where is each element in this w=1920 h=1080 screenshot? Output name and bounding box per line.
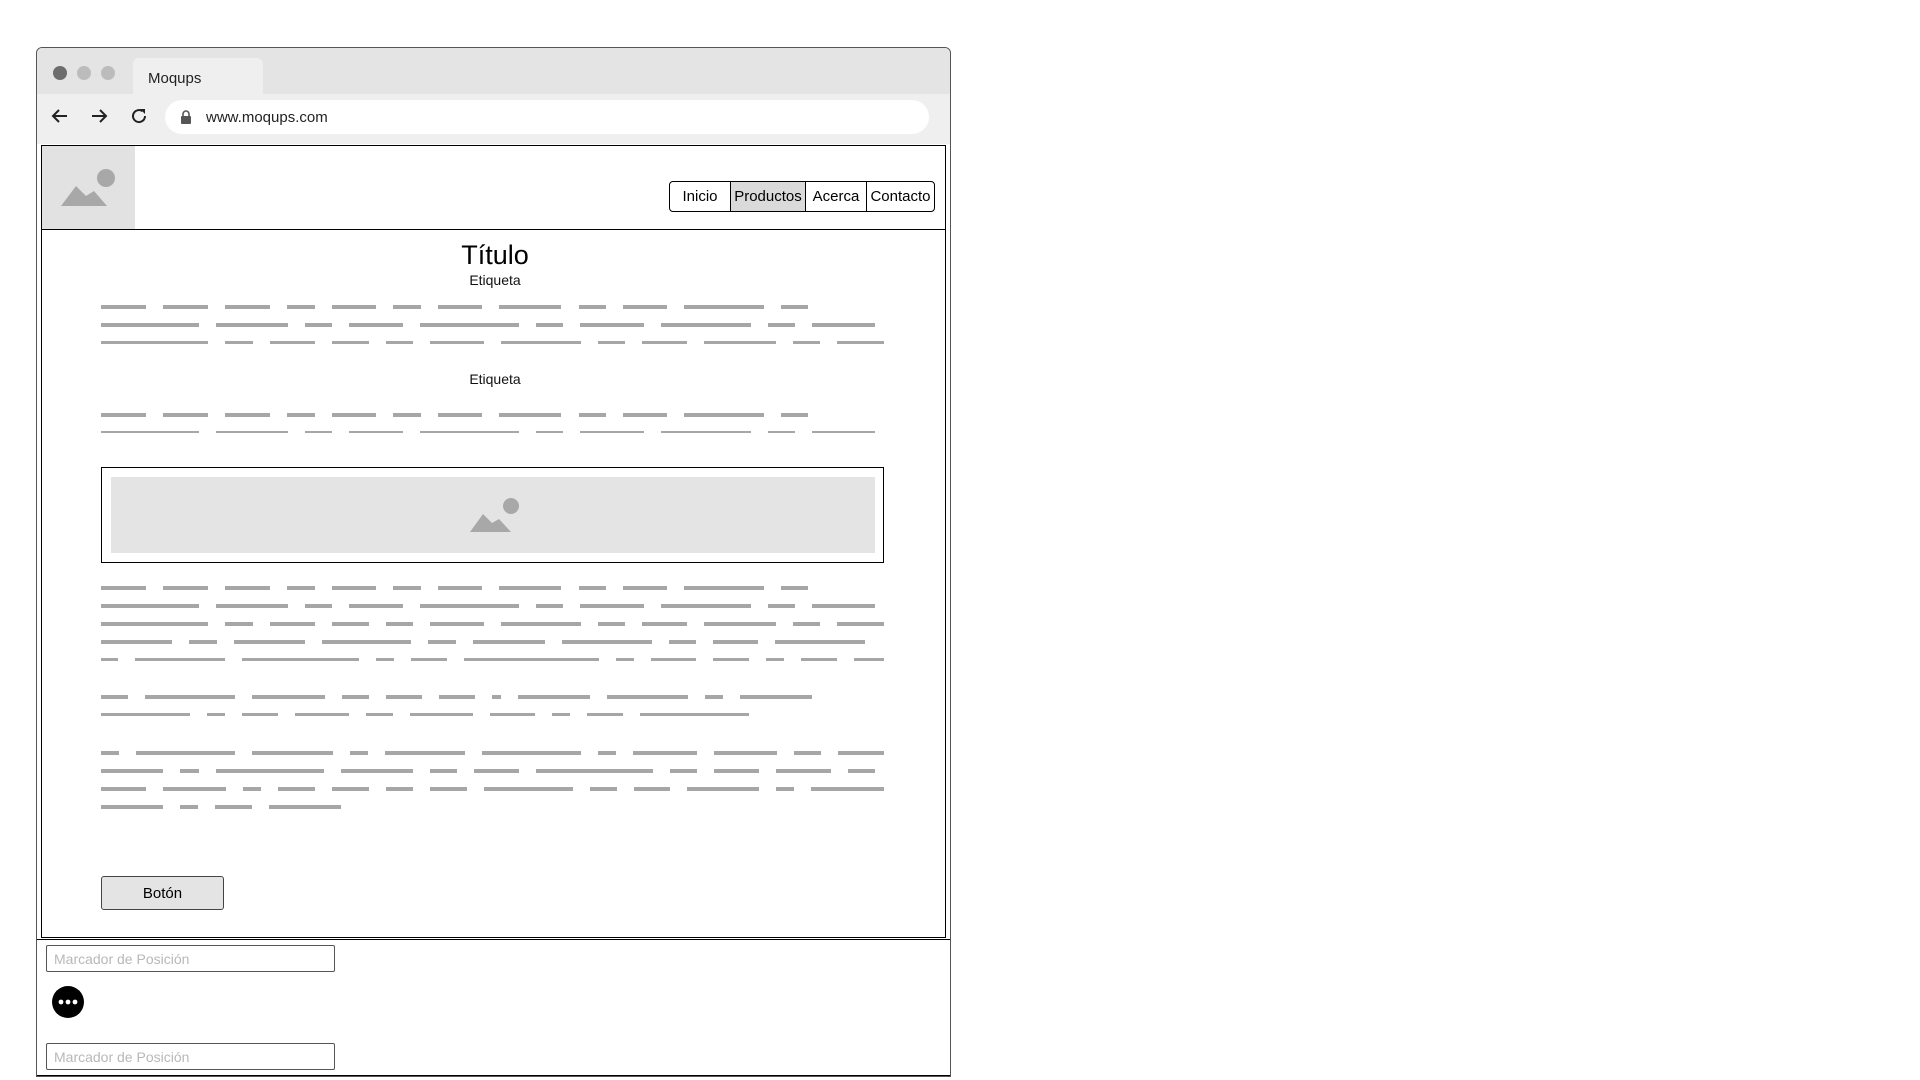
text-placeholder-block-3	[101, 586, 884, 661]
reload-icon[interactable]	[125, 102, 153, 130]
image-placeholder-icon	[470, 498, 519, 532]
main-navigation: Inicio Productos Acerca Contacto	[669, 181, 935, 212]
bottom-panel	[37, 939, 950, 1076]
placeholder-field-1[interactable]	[46, 945, 335, 972]
forward-arrow-icon[interactable]	[85, 102, 113, 130]
text-placeholder-block-5	[101, 751, 884, 809]
nav-item-label: Inicio	[682, 188, 718, 205]
more-options-icon	[58, 999, 78, 1005]
nav-item-label: Productos	[734, 188, 802, 205]
nav-item-acerca[interactable]: Acerca	[805, 181, 867, 212]
site-header: Inicio Productos Acerca Contacto	[42, 146, 945, 230]
nav-item-label: Acerca	[812, 188, 860, 205]
window-minimize-button[interactable]	[77, 66, 91, 80]
text-placeholder-block-1	[101, 305, 884, 344]
text-placeholder-block-4	[101, 695, 812, 716]
image-placeholder-icon	[61, 169, 115, 206]
lock-icon	[180, 110, 192, 129]
nav-item-label: Contacto	[870, 188, 931, 205]
address-url: www.moqups.com	[206, 109, 328, 126]
more-options-button[interactable]	[52, 986, 84, 1018]
browser-toolbar: www.moqups.com	[37, 94, 950, 144]
web-page: Inicio Productos Acerca Contacto Título …	[41, 145, 946, 938]
nav-item-inicio[interactable]: Inicio	[669, 181, 731, 212]
browser-window: Moqups www.moqups.com Inicio Productos A…	[36, 47, 951, 1077]
browser-tab-title: Moqups	[148, 70, 202, 87]
browser-tab-strip: Moqups	[37, 48, 950, 94]
address-bar[interactable]: www.moqups.com	[165, 100, 929, 134]
window-maximize-button[interactable]	[101, 66, 115, 80]
back-arrow-icon[interactable]	[46, 102, 74, 130]
page-title: Título	[461, 240, 529, 270]
image-frame	[101, 467, 884, 563]
section-label-1: Etiqueta	[469, 272, 521, 288]
logo-image	[42, 146, 135, 229]
window-close-button[interactable]	[53, 66, 67, 80]
nav-item-productos[interactable]: Productos	[730, 181, 806, 212]
section-label-2: Etiqueta	[469, 371, 521, 387]
browser-tab[interactable]: Moqups	[133, 58, 263, 94]
action-button[interactable]: Botón	[101, 876, 224, 910]
image-placeholder	[111, 477, 875, 553]
text-placeholder-block-2	[101, 413, 875, 433]
nav-item-contacto[interactable]: Contacto	[866, 181, 935, 212]
placeholder-field-2[interactable]	[46, 1043, 335, 1070]
